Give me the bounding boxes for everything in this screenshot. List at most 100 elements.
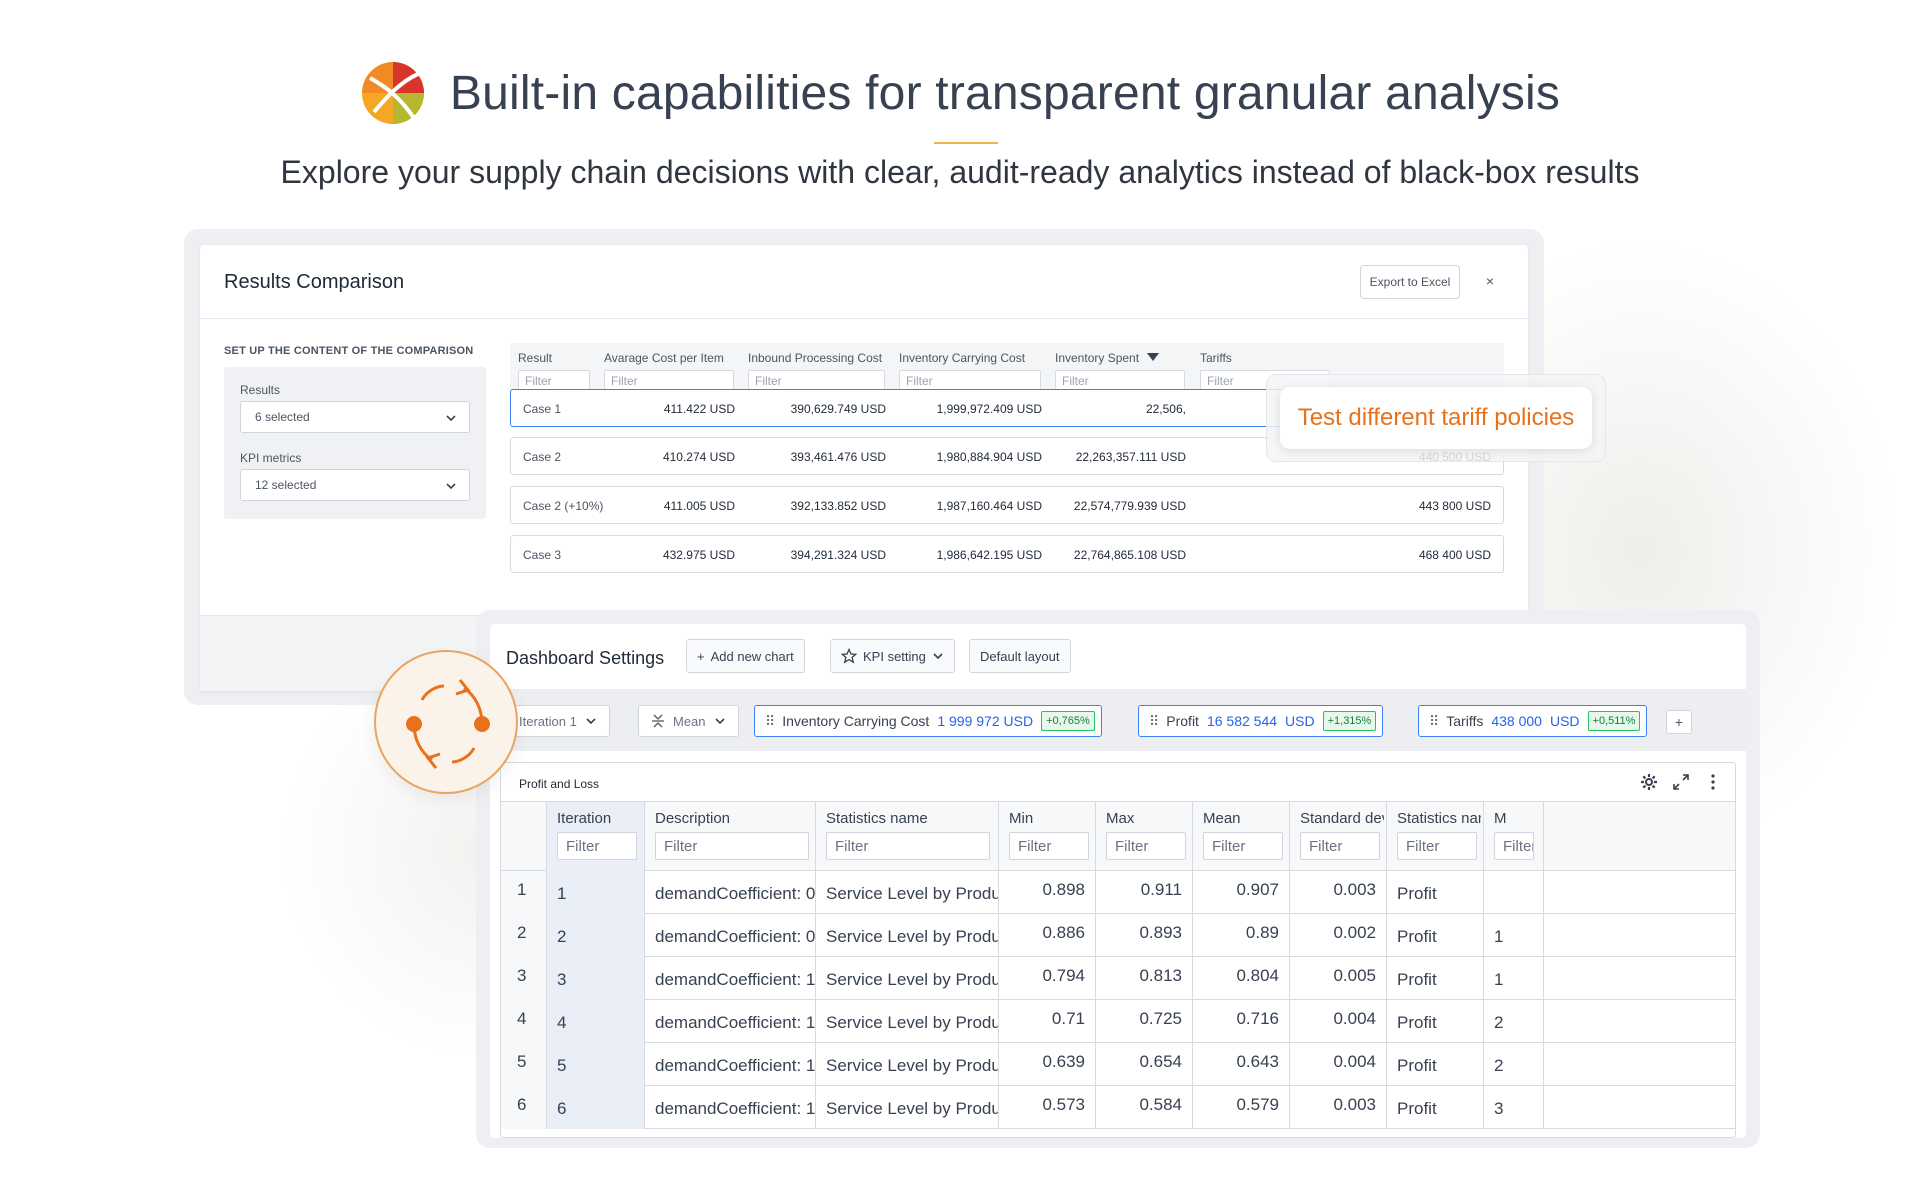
table-cell: 0.584 [1096, 1086, 1193, 1129]
grid-column-header-min[interactable]: Min Filter [999, 802, 1096, 872]
sort-descending-icon[interactable] [1147, 353, 1159, 361]
star-icon [841, 648, 857, 664]
results-label: Results [240, 383, 281, 397]
column-header[interactable]: Result [518, 351, 552, 365]
drag-handle-icon[interactable]: ⠿ [1149, 713, 1159, 730]
table-cell: 0.579 [1193, 1086, 1290, 1129]
table-row[interactable]: 5 5 demandCoefficient: 1.4 Service Level by… [501, 1043, 1735, 1086]
table-row[interactable]: 4 4 demandCoefficient: 1.2 Service Level by… [501, 1000, 1735, 1043]
chevron-down-icon [933, 653, 943, 660]
kpi-value: 16 582 544 [1206, 713, 1278, 729]
iteration-select[interactable]: Iteration 1 [506, 705, 610, 737]
table-cell: 2 [547, 914, 645, 957]
filter-input[interactable]: Filter [1203, 832, 1283, 860]
column-title: Min [1009, 810, 1034, 827]
dashboard-window: Dashboard Settings + Add new chart KPI s… [490, 624, 1746, 1138]
more-vertical-icon[interactable] [1703, 772, 1723, 792]
table-cell: 0.813 [1096, 957, 1193, 1000]
row-name: Case 1 [523, 402, 562, 416]
column-header[interactable]: Inbound Processing Cost [748, 351, 882, 365]
column-title: Max [1106, 810, 1135, 827]
close-button[interactable]: × [1480, 271, 1500, 291]
column-header[interactable]: Avarage Cost per Item [604, 351, 724, 365]
table-cell: 0.716 [1193, 1000, 1290, 1043]
hero-title: Built-in capabilities for transparent gr… [449, 66, 1561, 120]
filter-input[interactable]: Filter [1300, 832, 1380, 860]
table-row[interactable]: 3 3 demandCoefficient: 1 Service Level by P… [501, 957, 1735, 1000]
table-cell: 5 [547, 1043, 645, 1086]
grid-column-header-description[interactable]: Description Filter [645, 802, 816, 872]
table-cell: 0.804 [1193, 957, 1290, 1000]
filter-input[interactable]: Filter [1397, 832, 1477, 860]
row-number: 6 [501, 1086, 547, 1129]
expand-icon[interactable] [1671, 772, 1691, 792]
filter-input[interactable]: Filter [1009, 832, 1089, 860]
table-cell: Profit [1387, 1043, 1484, 1086]
column-title: Standard devi [1300, 810, 1384, 827]
drag-handle-icon[interactable]: ⠿ [765, 713, 775, 730]
table-cell: Service Level by Products [816, 957, 999, 1000]
drag-handle-icon[interactable]: ⠿ [1429, 713, 1439, 730]
row-value: 22,506, [1145, 402, 1186, 416]
kpi-metrics-select[interactable]: 12 selected [240, 469, 470, 501]
table-cell: 2 [1484, 1043, 1544, 1086]
row-number: 2 [501, 914, 547, 957]
table-cell: demandCoefficient: 0.6 [645, 871, 816, 914]
filter-input[interactable]: Filter [826, 832, 990, 860]
table-cell: 0.003 [1290, 871, 1387, 914]
add-new-chart-label: Add new chart [710, 648, 794, 664]
table-cell: 0.911 [1096, 871, 1193, 914]
table-cell: demandCoefficient: 1.2 [645, 1000, 816, 1043]
export-to-excel-button[interactable]: Export to Excel [1360, 265, 1460, 299]
filter-input[interactable]: Filter [1494, 832, 1534, 860]
grid-column-header-statistics-name-2[interactable]: Statistics nam Filter [1387, 802, 1484, 872]
filter-input[interactable]: Filter [655, 832, 809, 860]
table-row[interactable]: 1 1 demandCoefficient: 0.6 Service Level by… [501, 871, 1735, 914]
column-header[interactable]: Inventory Spent [1055, 351, 1139, 365]
row-value: 411.422 USD [663, 402, 735, 416]
grid-column-header-max[interactable]: Max Filter [1096, 802, 1193, 872]
profit-and-loss-card: Profit and Loss Iteration Filter Descrip… [500, 762, 1736, 1138]
card-toolbar [1639, 772, 1723, 792]
kpi-pill-inventory-carrying-cost[interactable]: ⠿ Inventory Carrying Cost 1 999 972 USD … [754, 705, 1102, 737]
kpi-setting-button[interactable]: KPI setting [830, 639, 955, 673]
row-number: 4 [501, 1000, 547, 1043]
table-row[interactable]: 6 6 demandCoefficient: 1.6 Service Level by… [501, 1086, 1735, 1129]
plus-icon: + [697, 648, 705, 664]
row-value: 390,629.749 USD [790, 402, 886, 416]
table-cell: 3 [1484, 1086, 1544, 1129]
add-kpi-button[interactable]: + [1666, 710, 1692, 734]
kpi-delta-badge: +0,511% [1587, 711, 1641, 731]
filter-input[interactable]: Filter [557, 832, 637, 860]
row-number: 1 [501, 871, 547, 914]
filter-input[interactable]: Filter [1106, 832, 1186, 860]
results-select[interactable]: 6 selected [240, 401, 470, 433]
default-layout-button[interactable]: Default layout [969, 639, 1071, 673]
column-header[interactable]: Inventory Carrying Cost [899, 351, 1025, 365]
table-cell: 0.002 [1290, 914, 1387, 957]
grid-column-header-m[interactable]: M Filter [1484, 802, 1544, 872]
sync-badge [374, 650, 518, 794]
add-new-chart-button[interactable]: + Add new chart [686, 639, 805, 673]
statistic-select[interactable]: Mean [638, 705, 739, 737]
row-value: 22,764,865.108 USD [1073, 548, 1186, 562]
grid-column-header-mean[interactable]: Mean Filter [1193, 802, 1290, 872]
row-name: Case 3 [523, 548, 562, 562]
grid-column-header-statistics-name[interactable]: Statistics name Filter [816, 802, 999, 872]
chevron-down-icon [446, 483, 456, 490]
table-cell: 1 [1484, 914, 1544, 957]
grid-column-header-iteration[interactable]: Iteration Filter [547, 802, 645, 872]
gear-icon[interactable] [1639, 772, 1659, 792]
grid-column-header-standard-deviation[interactable]: Standard devi Filter [1290, 802, 1387, 872]
column-header[interactable]: Tariffs [1200, 351, 1232, 365]
comparison-row[interactable]: Case 3 432.975 USD 394,291.324 USD 1,986,64… [510, 535, 1504, 573]
row-value: 394,291.324 USD [790, 548, 886, 562]
kpi-pill-profit[interactable]: ⠿ Profit 16 582 544 USD +1,315% [1138, 705, 1384, 737]
table-cell: 0.907 [1193, 871, 1290, 914]
kpi-pill-tariffs[interactable]: ⠿ Tariffs 438 000 USD +0,511% [1418, 705, 1648, 737]
comparison-row[interactable]: Case 2 (+10%) 411.005 USD 392,133.852 USD 1… [510, 486, 1504, 524]
kpi-name: Tariffs [1446, 713, 1484, 729]
table-row[interactable]: 2 2 demandCoefficient: 0.8 Service Level by… [501, 914, 1735, 957]
column-title: Mean [1203, 810, 1241, 827]
kpi-value: 438 000 [1491, 713, 1542, 729]
